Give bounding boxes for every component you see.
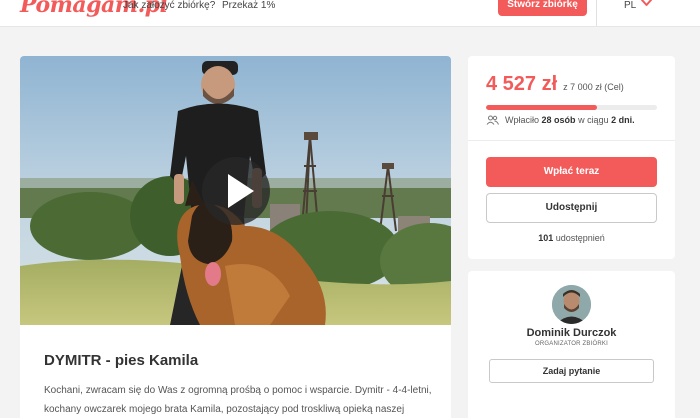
play-icon: [228, 174, 254, 208]
avatar: [552, 285, 591, 324]
campaign-video[interactable]: [20, 56, 451, 325]
donation-card: 4 527 zł z 7 000 zł (Cel) Wpłaciło 28 os…: [468, 56, 675, 259]
nav-divider: [596, 0, 597, 26]
top-navigation-bar: Pomagam.pl Jak założyć zbiórkę? Przekaż …: [0, 0, 700, 27]
people-icon: [486, 115, 499, 125]
ask-question-button[interactable]: Zadaj pytanie: [489, 359, 654, 383]
supporters-prefix: Wpłaciło: [505, 115, 540, 125]
donate-now-button[interactable]: Wpłać teraz: [486, 157, 657, 187]
shares-count: 101 udostępnień: [468, 233, 675, 243]
supporters-period: 2 dni.: [611, 115, 635, 125]
campaign-description: Kochani, zwracam się do Was z ogromną pr…: [44, 385, 432, 415]
organizer-role: ORGANIZATOR ZBIÓRKI: [535, 341, 608, 347]
chevron-down-icon: [641, 0, 653, 6]
shares-number: 101: [538, 233, 554, 243]
play-video-button[interactable]: [202, 157, 270, 225]
campaign-title: DYMITR - pies Kamila: [44, 352, 199, 369]
shares-label: udostępnień: [555, 233, 605, 243]
amount-raised: 4 527 zł z 7 000 zł (Cel): [486, 73, 624, 96]
progress-fill: [486, 105, 597, 110]
supporters-count: 28 osób: [541, 115, 576, 125]
goal-amount: z 7 000 zł (Cel): [563, 82, 624, 92]
card-divider: [468, 140, 675, 141]
campaign-card: DYMITR - pies Kamila Kochani, zwracam si…: [20, 56, 451, 418]
language-selector[interactable]: PL: [624, 0, 653, 11]
organizer-name: Dominik Durczok: [526, 327, 617, 339]
supporters-info: Wpłaciło 28 osób w ciągu 2 dni.: [486, 115, 635, 125]
create-fundraiser-button[interactable]: Stwórz zbiórkę: [498, 0, 587, 16]
language-code: PL: [624, 0, 637, 11]
raised-amount: 4 527 zł: [486, 73, 558, 95]
how-to-create-link[interactable]: Jak założyć zbiórkę?: [123, 0, 215, 11]
organizer-card: Dominik Durczok ORGANIZATOR ZBIÓRKI Zada…: [468, 271, 675, 418]
share-button[interactable]: Udostępnij: [486, 193, 657, 223]
donate-1-percent-link[interactable]: Przekaż 1%: [222, 0, 275, 11]
progress-bar: [486, 105, 657, 110]
supporters-mid: w ciągu: [578, 115, 609, 125]
